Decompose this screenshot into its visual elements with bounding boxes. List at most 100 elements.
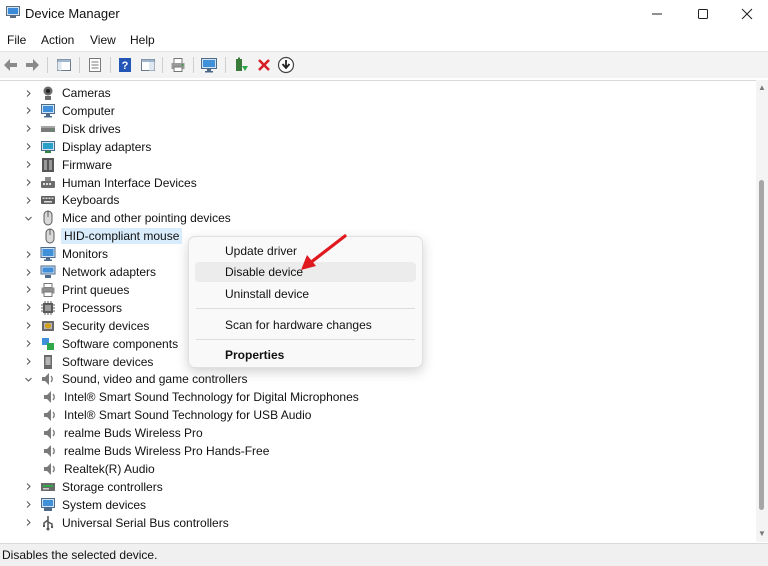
chevron-right-icon[interactable] <box>22 514 34 532</box>
tree-category[interactable]: Firmware <box>22 156 112 174</box>
tree-category[interactable]: Sound, video and game controllers <box>22 370 247 388</box>
tree-category[interactable]: Network adapters <box>22 263 156 281</box>
print-button[interactable] <box>169 56 187 74</box>
scan-hardware-changes-item[interactable]: Scan for hardware changes <box>195 315 416 335</box>
tree-item-label: Sound, video and game controllers <box>62 372 248 387</box>
chevron-down-icon[interactable] <box>22 209 34 227</box>
tree-category[interactable]: Computer <box>22 102 115 120</box>
window-title: Device Manager <box>25 6 120 21</box>
close-icon <box>741 8 753 20</box>
tree-category[interactable]: Software devices <box>22 353 153 371</box>
menu-view[interactable]: View <box>90 33 116 47</box>
tree-category[interactable]: System devices <box>22 496 146 514</box>
mouse-icon <box>40 210 56 226</box>
device-manager-icon <box>6 6 20 18</box>
menu-file[interactable]: File <box>7 33 26 47</box>
chevron-right-icon[interactable] <box>22 84 34 102</box>
speaker-icon <box>42 425 58 441</box>
minimize-button[interactable] <box>634 0 680 28</box>
properties-button[interactable] <box>86 56 104 74</box>
title-bar: Device Manager <box>0 0 768 28</box>
tree-category[interactable]: Security devices <box>22 317 149 335</box>
tree-item-label: Display adapters <box>62 139 152 154</box>
close-button[interactable] <box>724 0 768 28</box>
tree-category[interactable]: Processors <box>22 299 122 317</box>
chevron-down-icon[interactable] <box>22 370 34 388</box>
tree-item-label: Intel® Smart Sound Technology for USB Au… <box>64 408 312 423</box>
chevron-right-icon[interactable] <box>22 263 34 281</box>
chevron-right-icon[interactable] <box>22 174 34 192</box>
tree-item-label: Security devices <box>62 318 150 333</box>
disable-device-button[interactable] <box>277 56 295 74</box>
status-text: Disables the selected device. <box>2 548 158 562</box>
menu-action[interactable]: Action <box>41 33 74 47</box>
tree-device[interactable]: realme Buds Wireless Pro <box>42 424 203 442</box>
printer-icon <box>171 58 185 72</box>
chevron-right-icon[interactable] <box>22 353 34 371</box>
chevron-right-icon[interactable] <box>22 478 34 496</box>
network-adapter-icon <box>40 264 56 280</box>
tree-device[interactable]: Intel® Smart Sound Technology for Digita… <box>42 388 359 406</box>
tree-category[interactable]: Print queues <box>22 281 129 299</box>
chevron-right-icon[interactable] <box>22 299 34 317</box>
menu-separator <box>196 308 415 309</box>
red-arrow-icon <box>301 234 347 270</box>
tree-category[interactable]: Mice and other pointing devices <box>22 209 231 227</box>
chevron-right-icon[interactable] <box>22 496 34 514</box>
printer-icon <box>40 282 56 298</box>
svg-text:?: ? <box>122 60 129 72</box>
back-arrow-icon <box>4 59 17 71</box>
scroll-down-arrow-icon[interactable]: ▼ <box>758 530 766 538</box>
uninstall-device-button[interactable] <box>255 56 273 74</box>
tree-category[interactable]: Monitors <box>22 245 108 263</box>
chevron-right-icon[interactable] <box>22 335 34 353</box>
uninstall-device-item[interactable]: Uninstall device <box>195 284 416 304</box>
show-hide-console-tree-button[interactable] <box>55 56 73 74</box>
menu-item-label: Properties <box>225 348 285 362</box>
scroll-thumb[interactable] <box>759 180 764 510</box>
help-icon: ? <box>119 58 131 72</box>
speaker-icon <box>40 371 56 387</box>
tree-category[interactable]: Software components <box>22 335 178 353</box>
forward-button[interactable] <box>23 56 41 74</box>
help-button[interactable]: ? <box>116 56 134 74</box>
tree-item-label: Keyboards <box>62 193 120 208</box>
tree-item-label: Processors <box>62 300 123 315</box>
tree-category[interactable]: Cameras <box>22 84 111 102</box>
computer-icon <box>40 103 56 119</box>
update-driver-button[interactable] <box>232 56 250 74</box>
scan-hardware-button[interactable] <box>200 56 218 74</box>
tree-category[interactable]: Disk drives <box>22 120 121 138</box>
maximize-button[interactable] <box>680 0 726 28</box>
menu-help[interactable]: Help <box>130 33 155 47</box>
vertical-scrollbar[interactable]: ▲ ▼ <box>756 80 768 542</box>
properties-item[interactable]: Properties <box>195 345 416 365</box>
menu-item-label: Update driver <box>225 244 298 258</box>
chevron-right-icon[interactable] <box>22 317 34 335</box>
chevron-right-icon[interactable] <box>22 191 34 209</box>
chevron-right-icon[interactable] <box>22 281 34 299</box>
tree-device[interactable]: HID-compliant mouse <box>42 227 183 245</box>
mouse-icon <box>42 228 58 244</box>
tree-category[interactable]: Universal Serial Bus controllers <box>22 514 229 532</box>
menu-item-label: Uninstall device <box>225 287 310 301</box>
chevron-right-icon[interactable] <box>22 245 34 263</box>
chevron-right-icon[interactable] <box>22 138 34 156</box>
chevron-right-icon[interactable] <box>22 120 34 138</box>
action-pane-button[interactable] <box>139 56 157 74</box>
tree-category[interactable]: Human Interface Devices <box>22 174 197 192</box>
tree-device[interactable]: Realtek(R) Audio <box>42 460 155 478</box>
tree-device[interactable]: Intel® Smart Sound Technology for USB Au… <box>42 406 311 424</box>
tree-category[interactable]: Keyboards <box>22 191 119 209</box>
tree-item-label: Storage controllers <box>62 479 163 494</box>
security-device-icon <box>40 318 56 334</box>
tree-category[interactable]: Storage controllers <box>22 478 163 496</box>
chevron-right-icon[interactable] <box>22 102 34 120</box>
tree-category[interactable]: Display adapters <box>22 138 151 156</box>
tree-device[interactable]: realme Buds Wireless Pro Hands-Free <box>42 442 269 460</box>
back-button[interactable] <box>2 56 20 74</box>
chevron-right-icon[interactable] <box>22 156 34 174</box>
scroll-up-arrow-icon[interactable]: ▲ <box>758 84 766 92</box>
speaker-icon <box>42 461 58 477</box>
menu-bar: File Action View Help <box>0 30 768 50</box>
